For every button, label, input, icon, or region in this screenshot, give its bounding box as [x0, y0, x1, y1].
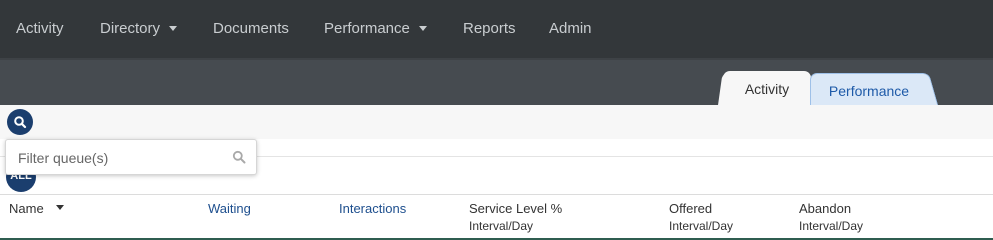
column-header-abandon[interactable]: Abandon Interval/Day — [799, 201, 863, 234]
nav-item-label: Directory — [100, 20, 161, 37]
tab-activity[interactable]: Activity — [723, 71, 811, 109]
search-toggle-button[interactable] — [7, 109, 33, 135]
search-icon — [14, 116, 27, 129]
filter-toolbar — [0, 105, 993, 139]
nav-item-label: Reports — [463, 20, 516, 37]
top-navbar: Activity Directory Documents Performance… — [0, 0, 993, 58]
nav-item-activity[interactable]: Activity — [16, 18, 64, 40]
nav-item-admin[interactable]: Admin — [549, 18, 592, 40]
filter-queue-popup — [5, 139, 257, 175]
chevron-down-icon — [169, 25, 178, 31]
chevron-down-icon — [418, 25, 427, 31]
column-sublabel: Interval/Day — [469, 219, 534, 233]
column-sublabel: Interval/Day — [799, 219, 864, 233]
column-header-offered[interactable]: Offered Interval/Day — [669, 201, 733, 234]
column-label: Service Level % — [469, 201, 563, 216]
magnifier-icon — [232, 150, 246, 164]
column-header-waiting[interactable]: Waiting — [208, 201, 251, 217]
column-header-service-level[interactable]: Service Level % Interval/Day — [469, 201, 562, 234]
sort-down-icon — [55, 205, 64, 211]
nav-item-performance[interactable]: Performance — [324, 18, 427, 40]
view-tab-bar: Activity Performance — [0, 58, 993, 109]
column-header-name[interactable]: Name — [9, 201, 64, 217]
nav-item-documents[interactable]: Documents — [213, 18, 289, 40]
column-label: Name — [9, 201, 44, 216]
divider — [0, 194, 993, 195]
filter-queue-input[interactable] — [18, 148, 218, 168]
nav-item-label: Admin — [549, 20, 592, 37]
tab-label: Performance — [828, 83, 910, 99]
column-label: Interactions — [339, 201, 407, 216]
column-header-interactions[interactable]: Interactions — [339, 201, 406, 217]
nav-item-label: Performance — [324, 20, 410, 37]
tab-performance[interactable]: Performance — [810, 73, 928, 107]
nav-item-label: Documents — [213, 20, 289, 37]
column-label: Waiting — [208, 201, 251, 216]
column-sublabel: Interval/Day — [669, 219, 734, 233]
tab-label: Activity — [744, 81, 790, 97]
nav-item-label: Activity — [16, 20, 64, 37]
column-label: Abandon — [799, 201, 852, 216]
nav-item-reports[interactable]: Reports — [463, 18, 516, 40]
nav-item-directory[interactable]: Directory — [100, 18, 178, 40]
column-label: Offered — [669, 201, 713, 216]
